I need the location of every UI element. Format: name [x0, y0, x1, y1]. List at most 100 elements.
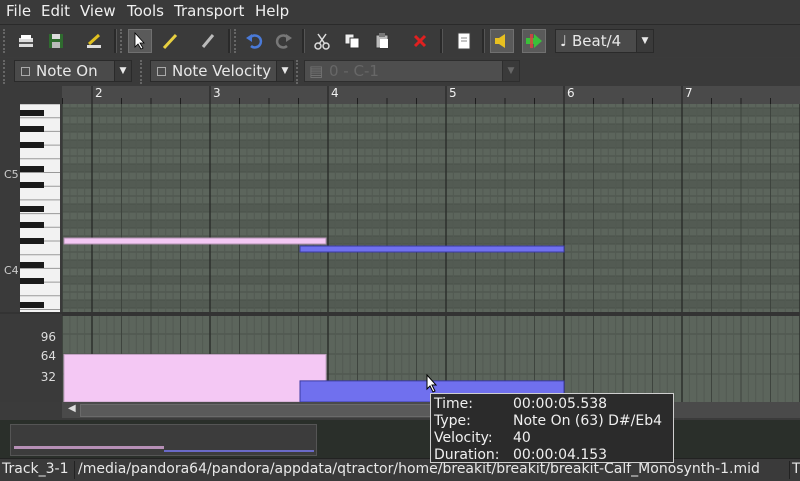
velocity-bar: [63, 353, 327, 402]
tooltip-time-label: Time:: [434, 396, 473, 412]
black-key: [20, 262, 44, 268]
param-checkbox-icon: [157, 67, 166, 76]
properties-icon[interactable]: [82, 29, 106, 53]
menu-file[interactable]: File: [6, 2, 31, 20]
toolbar-grip[interactable]: [234, 29, 240, 53]
tooltip-type-value: Note On (63) D#/Eb4: [513, 413, 662, 429]
black-key: [20, 302, 44, 308]
menu-view[interactable]: View: [80, 2, 116, 20]
black-key: [20, 126, 44, 132]
velocity-axis: 96 64 32: [0, 314, 62, 402]
overview-note: [164, 450, 314, 452]
tooltip-duration-label: Duration:: [434, 447, 500, 463]
event-type-select[interactable]: Note On ▼: [14, 60, 132, 82]
delete-icon[interactable]: [408, 29, 432, 53]
speaker-icon[interactable]: [490, 29, 514, 53]
status-extra: T: [792, 461, 800, 477]
select-pointer-icon[interactable]: [128, 29, 152, 53]
overview-note: [14, 446, 164, 449]
event-type-value: Note On: [36, 62, 98, 80]
status-divider: [789, 461, 790, 479]
note-icon: ♩: [560, 32, 568, 50]
note-bar: [63, 237, 327, 245]
scroll-left-icon[interactable]: ◀: [68, 403, 76, 414]
toolbar-grip[interactable]: [3, 60, 9, 84]
status-bar: Track_3-1 /media/pandora64/pandora/appda…: [0, 458, 800, 481]
toolbar-separator: [440, 29, 443, 53]
status-divider: [74, 461, 75, 479]
bar-2-label: 2: [95, 86, 103, 100]
tooltip-time-value: 00:00:05.538: [513, 396, 608, 412]
paste-icon[interactable]: [370, 29, 394, 53]
cut-icon[interactable]: [310, 29, 334, 53]
black-key: [20, 278, 44, 284]
toolbar-grip[interactable]: [3, 29, 9, 53]
bar-4-label: 4: [331, 86, 339, 100]
black-key: [20, 166, 44, 172]
tooltip-type-label: Type:: [434, 413, 471, 429]
black-key: [20, 206, 44, 212]
toolbar-separator: [228, 29, 231, 53]
time-ruler[interactable]: 2 3 4 5 6 7: [62, 86, 800, 105]
toolbar-separator: [302, 29, 305, 53]
event-checkbox-icon: [21, 67, 30, 76]
menu-help[interactable]: Help: [255, 2, 289, 20]
black-key: [20, 110, 44, 116]
tooltip-velocity-label: Velocity:: [434, 430, 493, 446]
c4-label: C4: [4, 264, 19, 277]
event-tooltip: Time: 00:00:05.538 Type: Note On (63) D#…: [430, 393, 674, 463]
snap-select[interactable]: ♩ Beat/4 ▼: [555, 29, 654, 53]
new-document-icon[interactable]: [452, 29, 476, 53]
toolbar-separator: [114, 29, 117, 53]
tooltip-duration-value: 00:00:04.153: [513, 447, 608, 463]
piano-keys: [20, 103, 60, 314]
bar-3-label: 3: [213, 86, 221, 100]
note-select-value: 0 - C-1: [329, 62, 379, 80]
draw-pencil-icon[interactable]: [158, 29, 182, 53]
note-bar: [299, 245, 565, 253]
snap-value: Beat/4: [572, 32, 622, 50]
save-icon[interactable]: [44, 29, 68, 53]
event-param-select[interactable]: Note Velocity ▼: [150, 60, 294, 82]
menu-transport[interactable]: Transport: [174, 2, 244, 20]
tooltip-velocity-value: 40: [513, 430, 531, 446]
piano-roll-canvas: [62, 104, 800, 314]
toolbar-grip[interactable]: [296, 60, 302, 84]
menubar: File Edit View Tools Transport Help: [0, 0, 800, 22]
black-key: [20, 222, 44, 228]
piano-keyboard[interactable]: C5 C4: [0, 103, 62, 314]
editor-corner: [0, 86, 62, 104]
toolbar-separator: [482, 29, 485, 53]
bar-7-label: 7: [685, 86, 693, 100]
black-key: [20, 182, 44, 188]
menu-tools[interactable]: Tools: [127, 2, 164, 20]
note-list-icon: ▤: [309, 62, 324, 80]
edit-tool-icon[interactable]: [196, 29, 220, 53]
bar-5-label: 5: [449, 86, 457, 100]
black-key: [20, 238, 44, 244]
toolbar-grip[interactable]: [140, 60, 146, 84]
c5-label: C5: [4, 168, 19, 181]
bar-6-label: 6: [567, 86, 575, 100]
toolbar-grip[interactable]: [120, 29, 126, 53]
menu-edit[interactable]: Edit: [41, 2, 70, 20]
overview-strip[interactable]: [0, 420, 800, 458]
velocity-tick-32: 32: [40, 370, 56, 384]
undo-icon[interactable]: [242, 29, 266, 53]
open-icon[interactable]: [14, 29, 38, 53]
mouse-cursor-icon: [426, 374, 438, 393]
note-select[interactable]: ▤ 0 - C-1 ▼: [304, 60, 520, 82]
velocity-tick-64: 64: [40, 349, 56, 363]
event-param-value: Note Velocity: [172, 62, 272, 80]
chevron-down-icon: ▼: [276, 61, 293, 81]
chevron-down-icon: ▼: [636, 30, 653, 52]
chevron-down-icon: ▼: [502, 61, 519, 81]
status-path: /media/pandora64/pandora/appdata/qtracto…: [78, 461, 760, 477]
follow-playhead-icon[interactable]: [522, 29, 546, 53]
copy-icon[interactable]: [340, 29, 364, 53]
black-key: [20, 142, 44, 148]
redo-icon[interactable]: [272, 29, 296, 53]
event-toolbar: Note On ▼ Note Velocity ▼ ▤ 0 - C-1 ▼: [0, 58, 800, 86]
piano-roll-grid[interactable]: [62, 104, 800, 314]
status-track: Track_3-1: [2, 461, 69, 477]
